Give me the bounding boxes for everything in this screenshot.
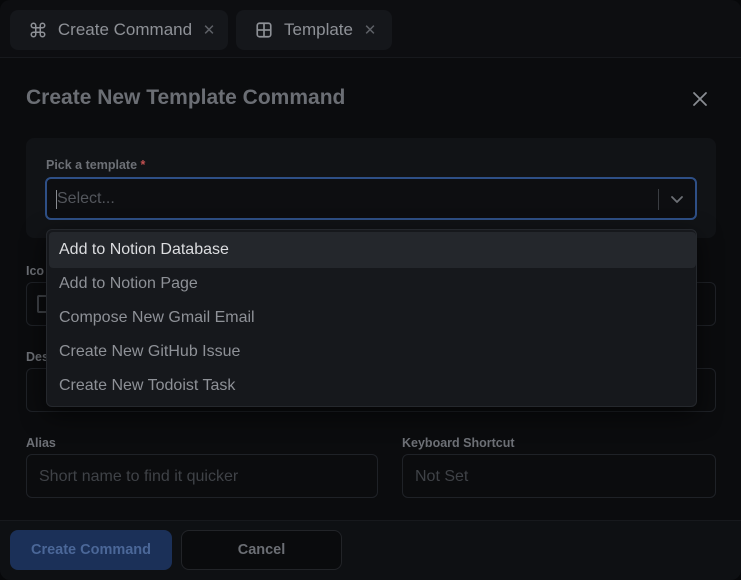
dropdown-option[interactable]: Compose New Gmail Email	[49, 300, 696, 336]
chevron-down-icon[interactable]	[669, 191, 685, 207]
app-window: Create Command ✕ Template ✕ Create New T…	[0, 0, 741, 580]
select-placeholder: Select...	[57, 190, 115, 207]
tab-bar: Create Command ✕ Template ✕	[0, 0, 741, 58]
close-dialog-button[interactable]	[689, 88, 711, 110]
template-select[interactable]: Select...	[45, 177, 697, 220]
template-label-text: Pick a template	[46, 158, 138, 172]
shortcut-field-label: Keyboard Shortcut	[402, 436, 515, 450]
required-marker: *	[140, 158, 146, 172]
alias-input[interactable]: Short name to find it quicker	[26, 454, 378, 498]
command-icon	[28, 20, 48, 40]
dropdown-option[interactable]: Create New GitHub Issue	[49, 334, 696, 370]
template-dropdown-menu: Add to Notion Database Add to Notion Pag…	[46, 229, 697, 407]
template-field-label: Pick a template *	[46, 158, 145, 172]
tab-create-command[interactable]: Create Command ✕	[10, 10, 228, 50]
alias-field-label: Alias	[26, 436, 56, 450]
tab-label: Template	[284, 20, 353, 39]
close-icon[interactable]: ✕	[363, 21, 377, 39]
close-icon	[693, 92, 707, 106]
dropdown-option[interactable]: Create New Todoist Task	[49, 368, 696, 404]
dropdown-option[interactable]: Add to Notion Page	[49, 266, 696, 302]
close-icon[interactable]: ✕	[202, 21, 216, 39]
page-title: Create New Template Command	[26, 86, 346, 109]
cancel-button[interactable]: Cancel	[181, 530, 342, 570]
template-icon	[254, 20, 274, 40]
shortcut-placeholder: Not Set	[415, 468, 469, 485]
select-divider	[658, 189, 659, 210]
dropdown-option[interactable]: Add to Notion Database	[49, 232, 696, 268]
alias-placeholder: Short name to find it quicker	[39, 468, 239, 485]
tab-template[interactable]: Template ✕	[236, 10, 392, 50]
text-caret	[56, 190, 57, 209]
tab-label: Create Command	[57, 20, 193, 39]
icon-field-label: Ico	[26, 264, 45, 278]
create-command-button[interactable]: Create Command	[10, 530, 172, 570]
shortcut-input[interactable]: Not Set	[402, 454, 716, 498]
